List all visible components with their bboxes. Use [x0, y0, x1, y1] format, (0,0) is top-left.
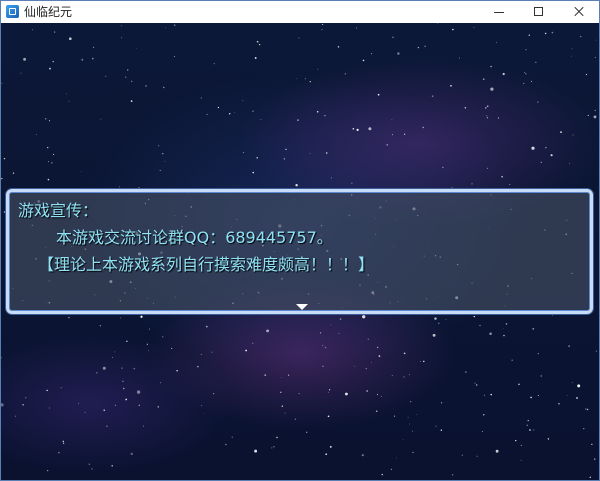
maximize-icon: [534, 7, 543, 16]
minimize-button[interactable]: [479, 1, 519, 23]
minimize-icon: [494, 12, 504, 13]
speaker-name: 游戏宣传：: [18, 201, 99, 220]
maximize-button[interactable]: [519, 1, 559, 23]
app-icon: [6, 5, 19, 18]
game-window: 仙临纪元 游戏宣传： 本游戏交流讨论群QQ：689445757。 【理论上本游戏…: [0, 0, 600, 481]
message-line-2: 【理论上本游戏系列自行摸索难度颇高！！！】: [38, 255, 375, 274]
game-canvas[interactable]: 游戏宣传： 本游戏交流讨论群QQ：689445757。 【理论上本游戏系列自行摸…: [1, 23, 599, 480]
close-button[interactable]: [559, 1, 599, 23]
message-line-1: 本游戏交流讨论群QQ：689445757。: [56, 228, 333, 247]
message-window[interactable]: 游戏宣传： 本游戏交流讨论群QQ：689445757。 【理论上本游戏系列自行摸…: [6, 189, 593, 314]
title-bar[interactable]: 仙临纪元: [1, 1, 599, 24]
window-title: 仙临纪元: [24, 5, 73, 19]
continue-arrow-icon[interactable]: [296, 304, 308, 310]
